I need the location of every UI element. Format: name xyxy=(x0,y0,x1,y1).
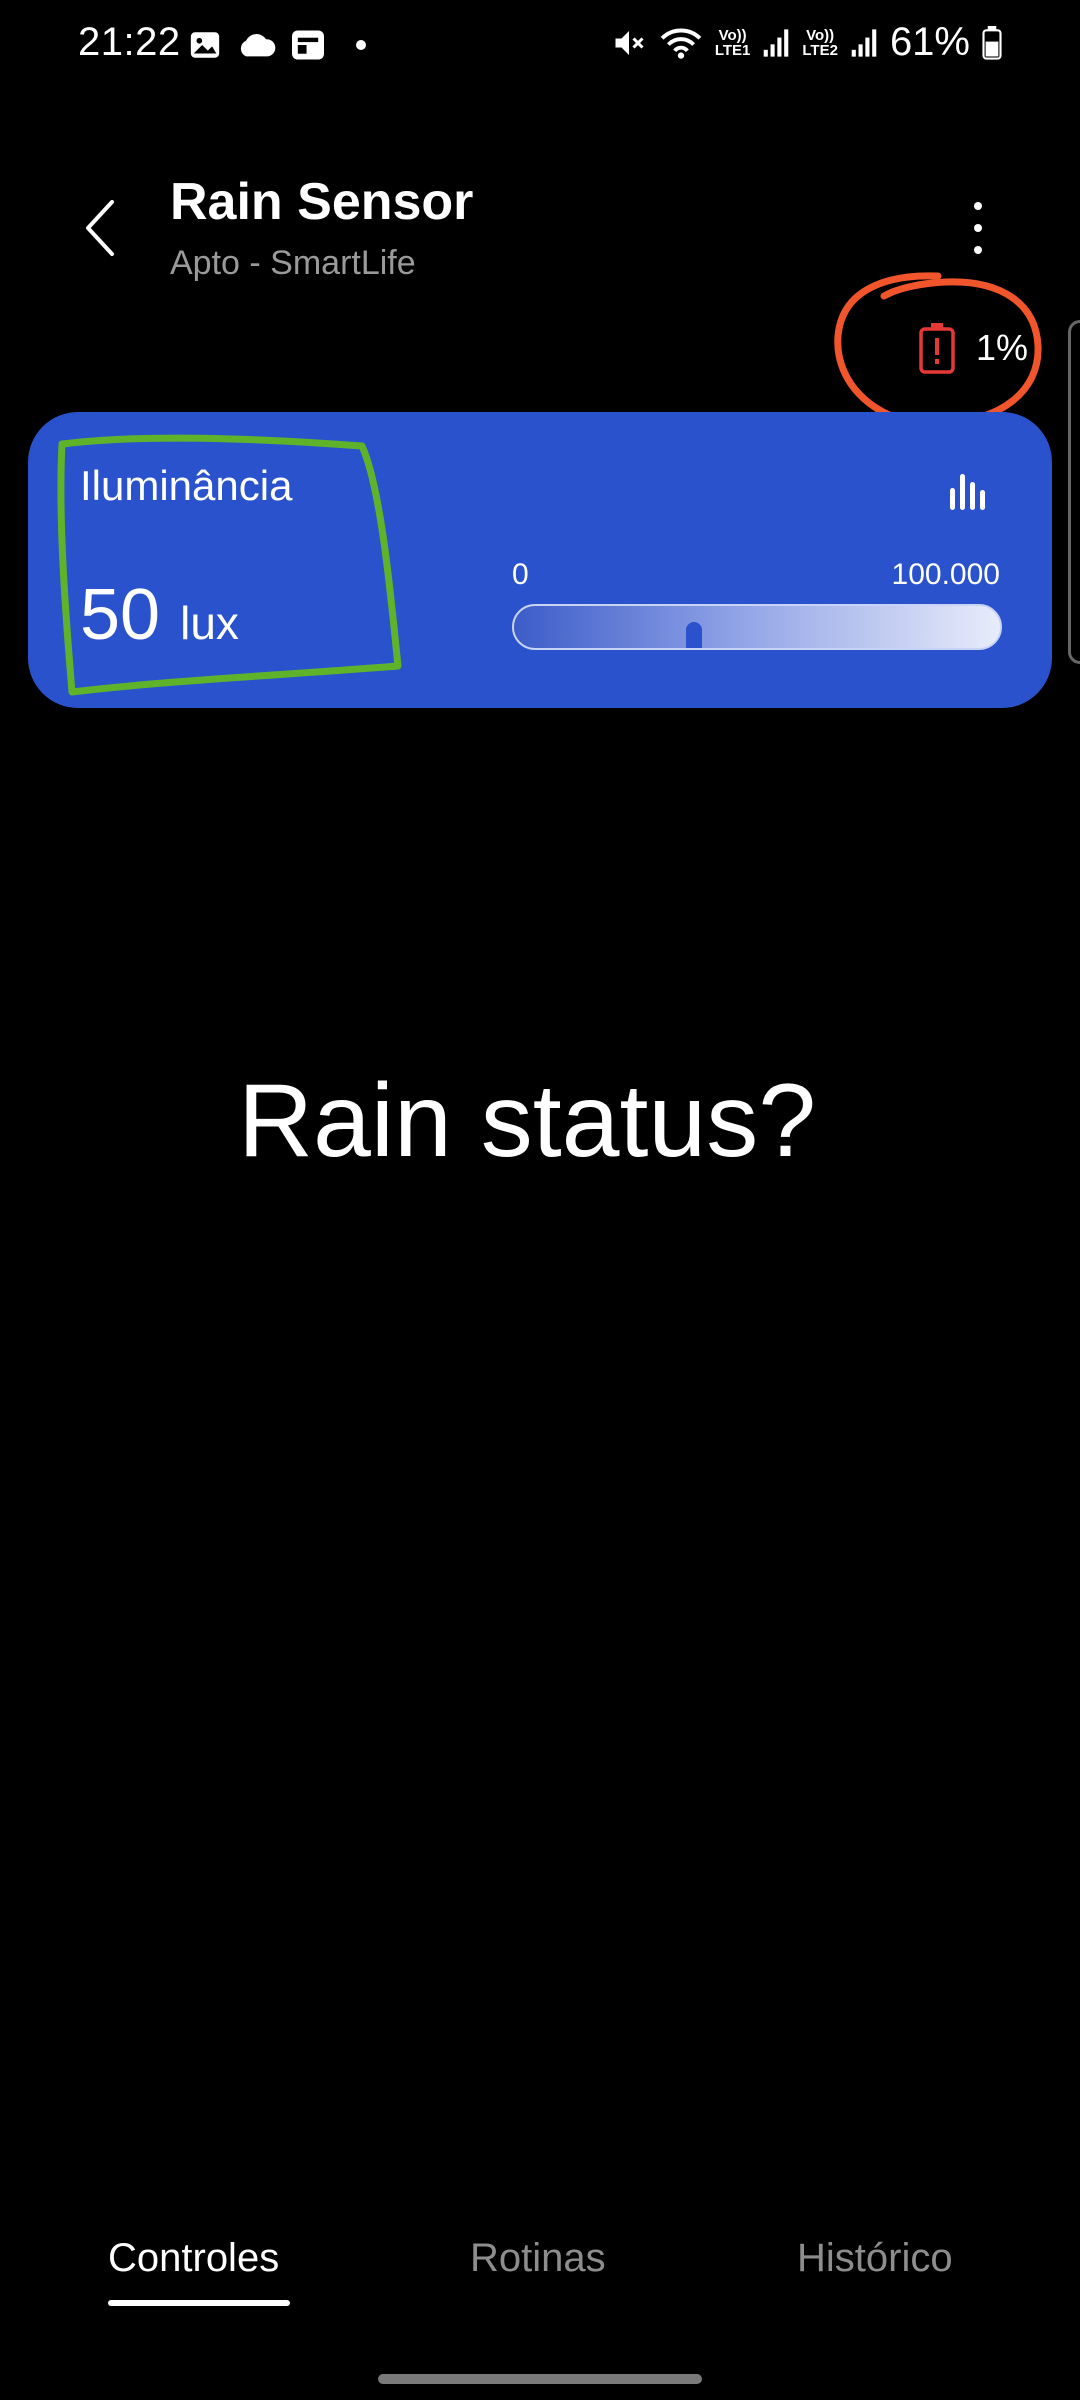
status-bar: 21:22 Vo)) LTE1 Vo)) LTE2 61% xyxy=(0,0,1080,92)
mute-icon xyxy=(615,30,644,55)
dot-icon xyxy=(356,40,366,50)
sim1-indicator: Vo)) LTE1 xyxy=(715,28,751,58)
cloud-icon xyxy=(240,34,276,57)
green-annotation-box xyxy=(57,434,402,696)
tab-historico[interactable]: Histórico xyxy=(797,2236,953,2281)
illuminance-level-marker xyxy=(685,622,702,648)
signal-icon xyxy=(851,28,877,57)
sim2-network-label: LTE2 xyxy=(802,41,838,59)
signal-icon xyxy=(764,28,789,57)
tab-rotinas[interactable]: Rotinas xyxy=(470,2236,606,2281)
status-battery-percent: 61% xyxy=(889,20,970,64)
wifi-icon xyxy=(660,28,702,59)
status-time: 21:22 xyxy=(78,20,181,64)
range-min-label: 0 xyxy=(512,558,529,591)
status-system-icons: Vo)) LTE1 Vo)) LTE2 61% xyxy=(611,20,1002,65)
range-max-label: 100.000 xyxy=(891,558,1000,591)
sim2-volte-label: Vo)) xyxy=(806,26,835,44)
device-location: Apto - SmartLife xyxy=(170,244,416,282)
device-title: Rain Sensor xyxy=(170,173,474,231)
more-options-button[interactable] xyxy=(956,196,1000,260)
more-vertical-icon xyxy=(974,202,982,210)
red-annotation-circle xyxy=(834,272,1042,428)
rain-status-question: Rain status? xyxy=(237,1063,817,1179)
sim2-indicator: Vo)) LTE2 xyxy=(802,28,838,58)
active-tab-indicator xyxy=(108,2300,290,2306)
status-notification-icons xyxy=(188,28,366,62)
illuminance-level-bar xyxy=(512,604,1002,650)
bar-chart-icon[interactable] xyxy=(946,468,990,512)
chevron-left-icon xyxy=(86,200,114,256)
sim1-volte-label: Vo)) xyxy=(718,26,747,44)
battery-icon xyxy=(982,25,1002,60)
edge-panel-handle[interactable] xyxy=(1068,320,1080,664)
home-gesture-bar[interactable] xyxy=(378,2374,702,2384)
news-icon xyxy=(292,30,324,60)
tab-controles[interactable]: Controles xyxy=(108,2236,279,2281)
back-button[interactable] xyxy=(70,192,130,264)
image-icon xyxy=(190,32,220,58)
sim1-network-label: LTE1 xyxy=(714,41,751,59)
